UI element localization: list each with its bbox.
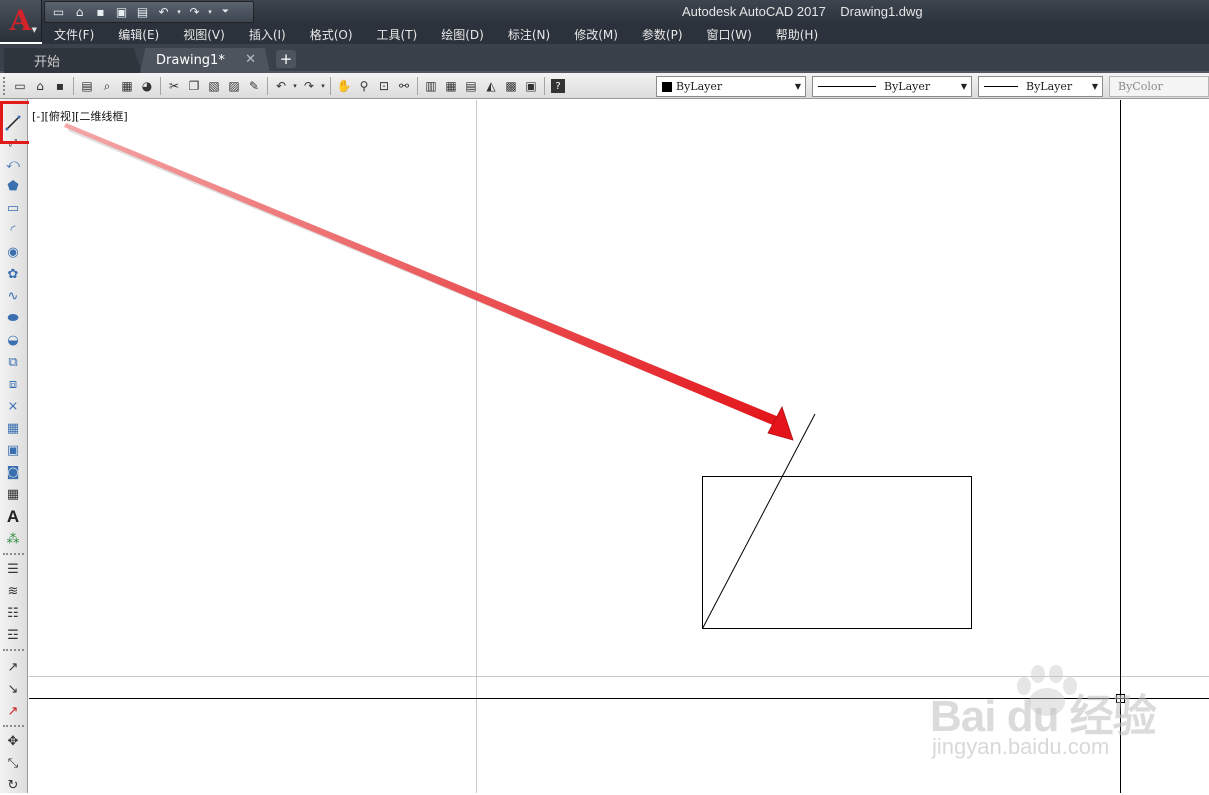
drawn-line — [702, 413, 816, 629]
viewport-controls[interactable]: [-][俯视][二维线框] — [32, 108, 128, 124]
annotation-arrow — [64, 123, 779, 426]
watermark-url: jingyan.baidu.com — [932, 734, 1110, 759]
baidu-watermark: Bai du 经验 jingyan.baidu.com — [930, 660, 1160, 770]
